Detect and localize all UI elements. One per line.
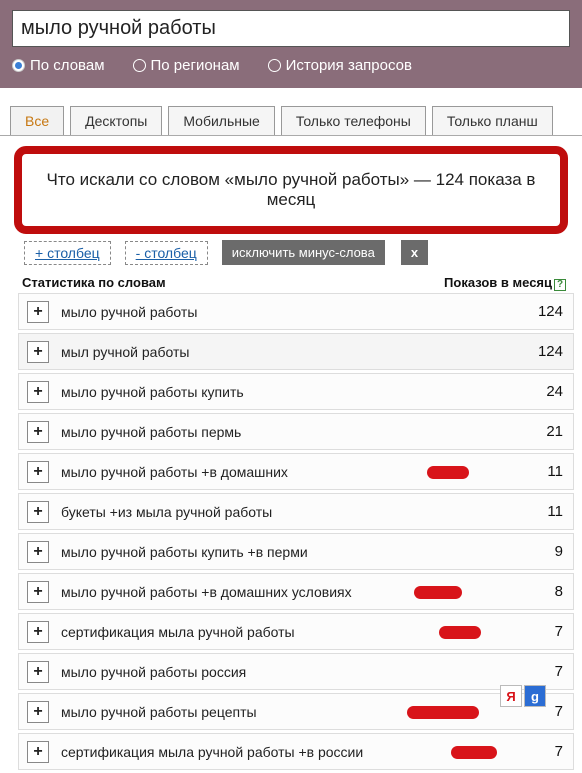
header: По словам По регионам История запросов bbox=[0, 0, 582, 88]
expand-button[interactable]: + bbox=[27, 621, 49, 643]
phrase-text[interactable]: мыло ручной работы купить +в перми bbox=[61, 544, 513, 560]
count-value: 7 bbox=[513, 663, 573, 680]
radio-1[interactable]: По регионам bbox=[133, 57, 240, 74]
list-header-right-text: Показов в месяц bbox=[444, 275, 552, 290]
phrase-text[interactable]: сертификация мыла ручной работы +в росси… bbox=[61, 744, 513, 760]
phrase-text[interactable]: мыло ручной работы пермь bbox=[61, 424, 513, 440]
count-value: 9 bbox=[513, 543, 573, 560]
expand-button[interactable]: + bbox=[27, 301, 49, 323]
exclude-minus-button[interactable]: исключить минус-слова bbox=[222, 240, 385, 265]
list-header-left: Статистика по словам bbox=[22, 275, 166, 291]
expand-button[interactable]: + bbox=[27, 341, 49, 363]
tab-0[interactable]: Все bbox=[10, 106, 64, 135]
table-row: +сертификация мыла ручной работы7 bbox=[18, 613, 574, 650]
expand-button[interactable]: + bbox=[27, 381, 49, 403]
summary-box: Что искали со словом «мыло ручной работы… bbox=[14, 146, 568, 234]
redaction-mark bbox=[451, 746, 497, 759]
expand-button[interactable]: + bbox=[27, 541, 49, 563]
tab-1[interactable]: Десктопы bbox=[70, 106, 162, 135]
phrase-text[interactable]: мыл ручной работы bbox=[61, 344, 513, 360]
phrase-text[interactable]: мыло ручной работы bbox=[61, 304, 513, 320]
radio-dot-icon bbox=[133, 59, 146, 72]
count-value: 21 bbox=[513, 423, 573, 440]
tab-3[interactable]: Только телефоны bbox=[281, 106, 426, 135]
table-row: +сертификация мыла ручной работы +в росс… bbox=[18, 733, 574, 770]
table-row: +мыло ручной работы +в домашних11 bbox=[18, 453, 574, 490]
table-row: + мыло ручной работы россия7 bbox=[18, 653, 574, 690]
phrase-text[interactable]: мыло ручной работы купить bbox=[61, 384, 513, 400]
radio-label: По регионам bbox=[151, 57, 240, 74]
count-value: 11 bbox=[513, 503, 573, 520]
table-row: + мыло ручной работы купить +в перми9 bbox=[18, 533, 574, 570]
expand-button[interactable]: + bbox=[27, 701, 49, 723]
radio-group: По словам По регионам История запросов bbox=[12, 57, 570, 74]
radio-label: По словам bbox=[30, 57, 105, 74]
radio-dot-icon bbox=[268, 59, 281, 72]
count-value: 124 bbox=[513, 303, 573, 320]
count-value: 8 bbox=[513, 583, 573, 600]
tabs: ВсеДесктопыМобильныеТолько телефоныТольк… bbox=[0, 106, 582, 136]
expand-button[interactable]: + bbox=[27, 661, 49, 683]
count-value: 7 bbox=[513, 623, 573, 640]
expand-button[interactable]: + bbox=[27, 501, 49, 523]
redaction-mark bbox=[407, 706, 479, 719]
summary-text: Что искали со словом «мыло ручной работы… bbox=[47, 170, 536, 209]
phrase-text[interactable]: мыло ручной работы россия bbox=[61, 664, 513, 680]
radio-dot-icon bbox=[12, 59, 25, 72]
table-row: + мыло ручной работы124 bbox=[18, 293, 574, 330]
redaction-mark bbox=[427, 466, 469, 479]
tab-4[interactable]: Только планш bbox=[432, 106, 553, 135]
search-input[interactable] bbox=[12, 10, 570, 47]
exclude-minus-close[interactable]: x bbox=[401, 240, 428, 265]
radio-0[interactable]: По словам bbox=[12, 57, 105, 74]
radio-2[interactable]: История запросов bbox=[268, 57, 412, 74]
redaction-mark bbox=[439, 626, 481, 639]
expand-button[interactable]: + bbox=[27, 581, 49, 603]
table-row: + мыло ручной работы купить24 bbox=[18, 373, 574, 410]
count-value: 7 bbox=[513, 743, 573, 760]
count-value: 11 bbox=[513, 463, 573, 480]
table-row: + букеты +из мыла ручной работы11 bbox=[18, 493, 574, 530]
google-icon[interactable]: g bbox=[524, 685, 546, 707]
expand-button[interactable]: + bbox=[27, 421, 49, 443]
table-row: + мыл ручной работы124 bbox=[18, 333, 574, 370]
add-column-link[interactable]: + столбец bbox=[24, 241, 111, 265]
rows: +мыло ручной работы124+мыл ручной работы… bbox=[0, 293, 582, 770]
remove-column-link[interactable]: - столбец bbox=[125, 241, 208, 265]
radio-label: История запросов bbox=[286, 57, 412, 74]
phrase-text[interactable]: букеты +из мыла ручной работы bbox=[61, 504, 513, 520]
controls: + столбец - столбец исключить минус-слов… bbox=[0, 240, 582, 265]
count-value: 124 bbox=[513, 343, 573, 360]
tab-2[interactable]: Мобильные bbox=[168, 106, 275, 135]
list-header-right: Показов в месяц? bbox=[444, 275, 566, 291]
yandex-icon[interactable]: Я bbox=[500, 685, 522, 707]
redaction-mark bbox=[414, 586, 462, 599]
help-icon[interactable]: ? bbox=[554, 279, 566, 291]
table-row: + мыло ручной работы пермь21 bbox=[18, 413, 574, 450]
table-row: +мыло ручной работы +в домашних условиях… bbox=[18, 573, 574, 610]
count-value: 24 bbox=[513, 383, 573, 400]
table-row: +мыло ручной работы рецепты7 bbox=[18, 693, 574, 730]
list-header: Статистика по словам Показов в месяц? bbox=[0, 265, 582, 293]
float-icons: Я g bbox=[500, 685, 546, 707]
expand-button[interactable]: + bbox=[27, 461, 49, 483]
